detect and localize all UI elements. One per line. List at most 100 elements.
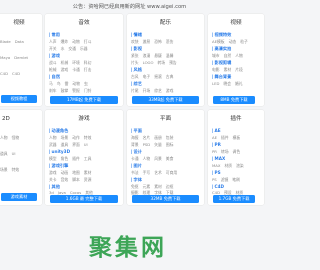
chip[interactable]: 开场 [143, 87, 151, 94]
chip[interactable]: 工具 [84, 155, 92, 162]
chip[interactable]: PR [212, 148, 217, 155]
chip[interactable]: 恐怖 [154, 38, 162, 45]
chip[interactable]: 古典 [166, 73, 174, 80]
chip[interactable]: 书法 [131, 169, 139, 176]
chip[interactable]: 游戏 [61, 66, 69, 73]
chip[interactable]: C4D [0, 70, 8, 77]
chip[interactable]: 名片 [143, 134, 151, 141]
download-button[interactable]: 游戏素材 [1, 193, 37, 201]
chip[interactable]: 道具 [61, 141, 69, 148]
chip[interactable]: 婚礼 [235, 80, 243, 87]
chip[interactable]: 武器 [49, 141, 57, 148]
chip[interactable]: 调色 [233, 148, 241, 155]
chip[interactable]: AE [212, 134, 217, 141]
chip[interactable]: 开关 [49, 45, 57, 52]
chip[interactable]: PS [212, 176, 217, 183]
chip[interactable]: 包装 [166, 134, 174, 141]
chip[interactable]: 人物 [143, 155, 151, 162]
chip[interactable]: 动态 [229, 38, 237, 45]
chip[interactable]: 片段 [235, 66, 243, 73]
chip[interactable]: 粒子 [240, 38, 248, 45]
chip[interactable]: 人物 [235, 52, 243, 59]
chip[interactable]: 游戏 [166, 87, 174, 94]
chip[interactable]: 水 [61, 45, 65, 52]
chip[interactable]: 城市 [212, 52, 220, 59]
chip[interactable]: 界面 [72, 141, 80, 148]
chip[interactable]: 背景 [131, 141, 139, 148]
chip[interactable]: 机械 [61, 59, 69, 66]
chip[interactable]: 交通 [68, 45, 76, 52]
chip[interactable]: 鼓掌 [61, 87, 69, 94]
chip[interactable]: 卡通 [72, 66, 80, 73]
chip[interactable]: 打击 [84, 66, 92, 73]
chip[interactable]: 卡通 [131, 155, 139, 162]
chip[interactable]: 警报 [72, 87, 80, 94]
chip[interactable]: LOGO [143, 59, 154, 66]
download-button[interactable]: 32MB 免费下载 [132, 195, 199, 203]
chip[interactable]: 风景 [154, 155, 162, 162]
chip[interactable]: 虫 [84, 80, 88, 87]
chip[interactable]: 刹车 [49, 87, 57, 94]
chip[interactable]: 科幻 [84, 59, 92, 66]
chip[interactable]: 转场 [158, 59, 166, 66]
chip[interactable]: 乐器 [80, 45, 88, 52]
chip[interactable]: 海报 [131, 134, 139, 141]
download-button[interactable]: 17MB起 免费下载 [50, 96, 118, 104]
chip[interactable]: 动物 [72, 38, 80, 45]
chip[interactable]: 预告 [169, 59, 177, 66]
chip[interactable]: UI [84, 141, 88, 148]
chip[interactable]: 动画 [61, 169, 69, 176]
chip[interactable]: 场景 [61, 134, 69, 141]
chip[interactable]: 怪物 [12, 134, 20, 141]
chip[interactable]: 特效 [12, 166, 20, 173]
download-button[interactable]: 8MB 免费下载 [213, 96, 255, 104]
download-button[interactable]: 视频教程 [1, 95, 37, 103]
chip[interactable]: 插件 [72, 155, 80, 162]
chip[interactable]: 素材 [224, 66, 232, 73]
chip[interactable]: 滤镜 [221, 176, 229, 183]
chip[interactable]: 角色 [61, 155, 69, 162]
chip[interactable]: 道具 [0, 150, 8, 157]
chip[interactable]: 动作 [72, 134, 80, 141]
chip[interactable]: 可商用 [166, 169, 177, 176]
chip[interactable]: 战斗 [49, 59, 57, 66]
chip[interactable]: MAX [212, 162, 220, 169]
chip[interactable]: 材质 [224, 162, 232, 169]
chip[interactable]: 电子 [143, 73, 151, 80]
chip[interactable]: 晚会 [223, 80, 231, 87]
chip[interactable]: 画册 [154, 134, 162, 141]
chip[interactable]: UI [12, 150, 16, 157]
download-button[interactable]: 33MB起 免费下载 [132, 96, 199, 104]
chip[interactable]: Data [15, 38, 24, 45]
chip[interactable]: 人声 [49, 38, 57, 45]
chip[interactable]: 模板 [233, 134, 241, 141]
chip[interactable]: 悬疑 [154, 52, 162, 59]
chip[interactable]: 电影 [212, 66, 220, 73]
chip[interactable]: 环境 [72, 59, 80, 66]
chip[interactable]: 游戏 [49, 169, 57, 176]
chip[interactable]: 特效 [84, 134, 92, 141]
download-button[interactable]: 1.7GB 免费下载 [213, 195, 255, 203]
chip[interactable]: 温馨 [166, 52, 174, 59]
chip[interactable]: 摇滚 [154, 73, 162, 80]
chip[interactable]: 综艺 [154, 87, 162, 94]
chip[interactable]: 自然 [224, 52, 232, 59]
chip[interactable]: 门铃 [84, 87, 92, 94]
chip[interactable]: 动物 [72, 80, 80, 87]
chip[interactable]: 关卡 [49, 176, 57, 183]
chip[interactable]: 转场 [221, 148, 229, 155]
chip[interactable]: 图标 [166, 141, 174, 148]
chip[interactable]: 音效 [61, 176, 69, 183]
chip[interactable]: 古风 [131, 73, 139, 80]
chip[interactable]: 人物 [49, 134, 57, 141]
chip[interactable]: 浪漫 [143, 52, 151, 59]
chip[interactable]: 片尾 [131, 87, 139, 94]
chip[interactable]: 艺术 [154, 169, 162, 176]
chip[interactable]: 紧张 [131, 52, 139, 59]
chip[interactable]: C4D [12, 70, 20, 77]
chip[interactable]: 枪械 [49, 66, 57, 73]
chip[interactable]: 素材 [84, 169, 92, 176]
chip[interactable]: 场景 [0, 166, 8, 173]
chip[interactable]: 悲伤 [166, 38, 174, 45]
chip[interactable]: 矢量 [154, 141, 162, 148]
